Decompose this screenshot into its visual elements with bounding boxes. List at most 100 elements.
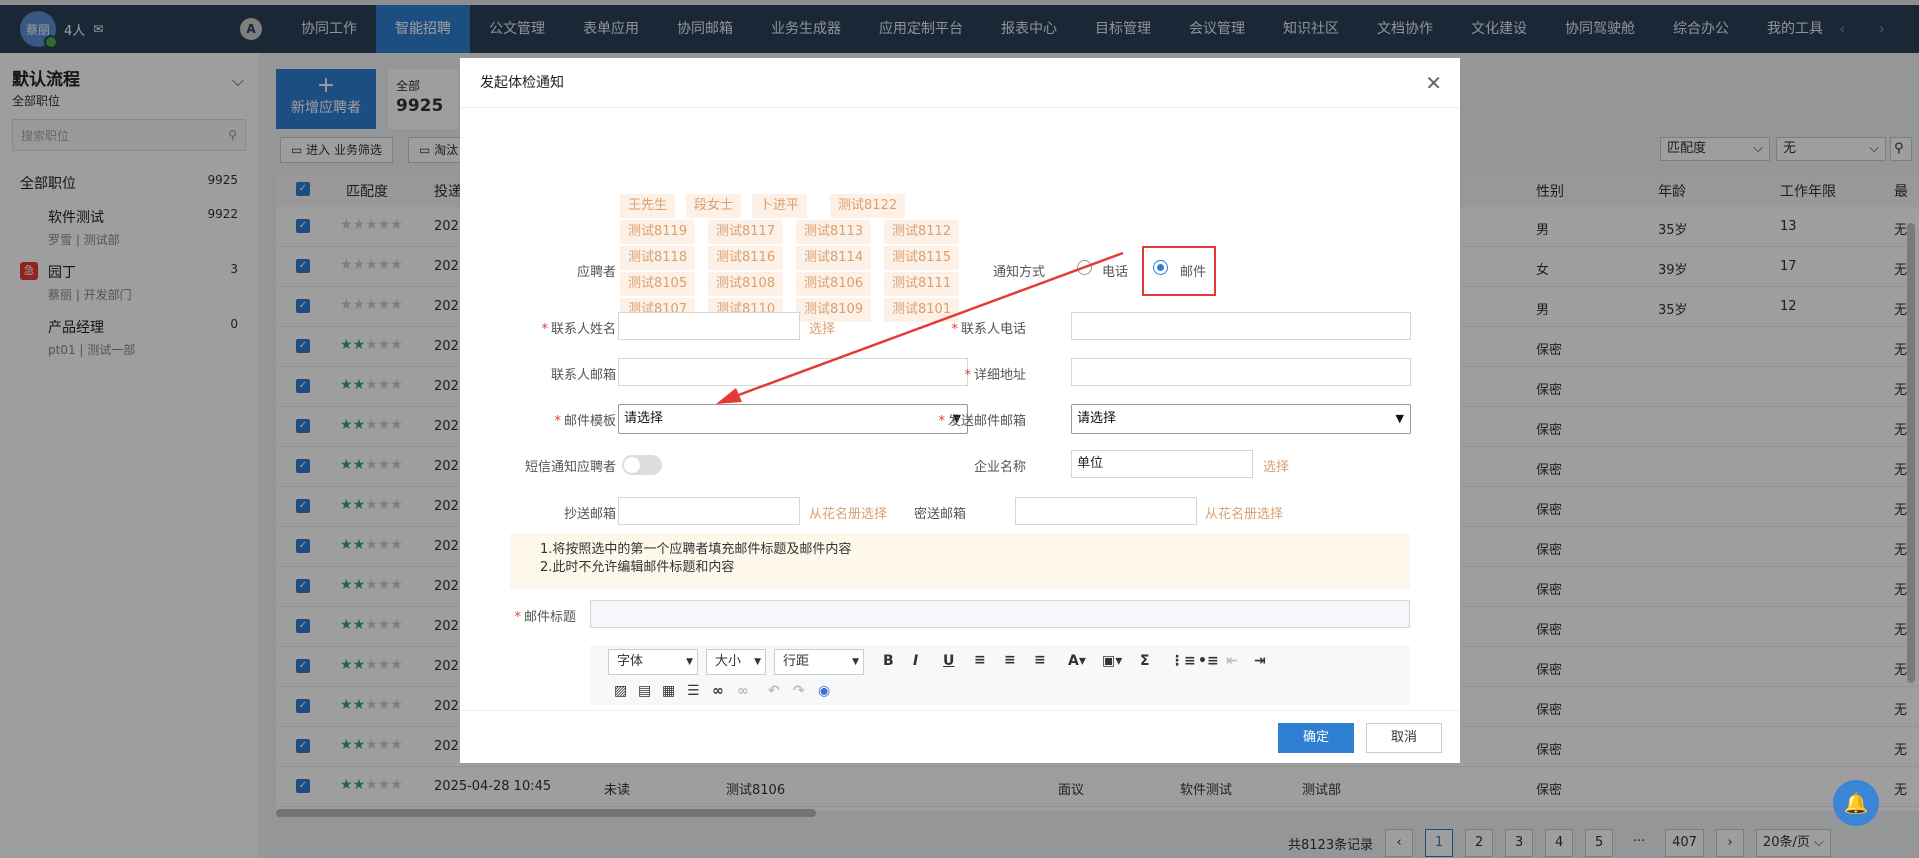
applicant-tag[interactable]: 王先生 (620, 194, 676, 218)
sms-notify-label: 短信通知应聘者 (524, 460, 616, 475)
dialog-body: 应聘者 王先生 段女士 卜进平 测试8122 测试8119 测试8117 测试8113 测试8… (460, 108, 1460, 708)
notice-line-1: 1.将按照选中的第一个应聘者填充邮件标题及邮件内容 (540, 542, 852, 557)
applicant-tag[interactable]: 测试8105 (620, 272, 696, 296)
applicant-tag[interactable]: 卜进平 (752, 194, 808, 218)
divider-icon[interactable]: ☰ (687, 683, 700, 699)
bold-icon[interactable]: B (883, 653, 894, 669)
mail-template-label-text: 邮件模板 (563, 414, 616, 429)
notify-email-radio[interactable] (1153, 260, 1168, 275)
sms-notify-toggle[interactable] (622, 455, 662, 475)
applicant-tag[interactable]: 测试8119 (620, 220, 696, 244)
font-select[interactable]: 字体 ▼ (608, 649, 698, 675)
subject-input[interactable] (590, 600, 1410, 628)
dialog-header: 发起体检通知 ✕ (460, 58, 1460, 108)
ordered-list-icon[interactable]: ⋮≡ (1170, 653, 1196, 669)
dialog-title: 发起体检通知 (480, 75, 564, 91)
undo-icon[interactable]: ↶ (768, 683, 780, 699)
address-label: * 详细地址 (880, 364, 1026, 383)
caret-down-icon: ▼ (686, 657, 693, 667)
bcc-email-label: 密送邮箱 (913, 507, 966, 522)
outdent-icon[interactable]: ⇤ (1226, 653, 1238, 669)
applicant-tag[interactable]: 测试8113 (796, 220, 872, 244)
applicant-tag[interactable]: 测试8117 (708, 220, 784, 244)
contact-select-link[interactable]: 选择 (809, 318, 835, 337)
link-icon[interactable]: ∞ (712, 683, 724, 699)
indent-icon[interactable]: ⇥ (1254, 653, 1266, 669)
address-label-text: 详细地址 (973, 368, 1026, 383)
company-select-link[interactable]: 选择 (1263, 456, 1289, 475)
notify-phone-label[interactable]: 电话 (1102, 261, 1128, 280)
unordered-list-icon[interactable]: •≡ (1198, 653, 1219, 669)
applicant-tag[interactable]: 测试8106 (796, 272, 872, 296)
line-height-select[interactable]: 行距 ▼ (774, 649, 864, 675)
cc-email-input[interactable] (618, 497, 800, 525)
contact-name-label: * 联系人姓名 (470, 318, 616, 337)
applicant-tag[interactable]: 测试8122 (830, 194, 906, 218)
image-icon[interactable]: ▨ (614, 683, 627, 699)
sender-email-select[interactable]: 请选择 ▼ (1071, 404, 1411, 434)
notification-bell-icon[interactable]: 🔔 (1833, 780, 1879, 826)
required-mark: * (514, 610, 521, 625)
contact-phone-label: * 联系人电话 (880, 318, 1026, 337)
physical-exam-notice-dialog: 发起体检通知 ✕ 应聘者 王先生 段女士 卜进平 测试8122 测试8119 测试8117… (460, 58, 1460, 763)
applicant-tag[interactable]: 测试8115 (884, 246, 960, 270)
company-name-label: 企业名称 (973, 460, 1026, 475)
unlink-icon[interactable]: ∞ (737, 683, 749, 699)
applicant-tag[interactable]: 段女士 (686, 194, 742, 218)
size-select-value: 大小 (715, 654, 742, 669)
applicant-tag[interactable]: 测试8112 (884, 220, 960, 244)
cancel-button[interactable]: 取消 (1366, 723, 1442, 753)
underline-icon[interactable]: U (943, 653, 954, 669)
cc-email-label: 抄送邮箱 (563, 507, 616, 522)
close-icon[interactable]: ✕ (1425, 58, 1442, 108)
chevron-down-icon: ▼ (1395, 412, 1404, 425)
company-name-input[interactable]: 单位 (1071, 450, 1253, 478)
confirm-button[interactable]: 确定 (1278, 723, 1354, 753)
font-color-icon[interactable]: A▾ (1068, 653, 1086, 669)
sender-email-label: * 发送邮件邮箱 (880, 410, 1026, 429)
emoji-icon[interactable]: ◉ (818, 683, 830, 699)
notice-box: 1.将按照选中的第一个应聘者填充邮件标题及邮件内容 2.此时不允许编辑邮件标题和… (510, 533, 1410, 589)
notify-method-label: 通知方式 (992, 265, 1045, 280)
contact-name-label-text: 联系人姓名 (550, 322, 616, 337)
subject-label: * 邮件标题 (470, 606, 576, 625)
align-right-icon[interactable]: ≡ (1034, 652, 1046, 668)
caret-down-icon: ▼ (852, 657, 859, 667)
applicant-tag[interactable]: 测试8114 (796, 246, 872, 270)
caret-down-icon: ▼ (754, 657, 761, 667)
background-color-icon[interactable]: ▣▾ (1102, 653, 1122, 669)
required-mark: * (938, 414, 945, 429)
line-height-select-value: 行距 (783, 654, 810, 669)
dialog-footer: 确定 取消 (460, 710, 1460, 763)
notify-email-label[interactable]: 邮件 (1180, 261, 1206, 280)
applicant-tag[interactable]: 测试8111 (884, 272, 960, 296)
contact-name-input[interactable] (618, 312, 800, 340)
rich-text-toolbar: 字体 ▼ 大小 ▼ 行距 ▼ B I U ≡ ≡ ≡ A▾ ▣▾ Σ ⋮≡ •≡ ⇤ … (590, 645, 1410, 705)
sender-email-label-text: 发送邮件邮箱 (947, 414, 1026, 429)
align-left-icon[interactable]: ≡ (974, 652, 986, 668)
italic-icon[interactable]: I (913, 653, 918, 669)
mail-template-label: * 邮件模板 (470, 410, 616, 429)
align-center-icon[interactable]: ≡ (1004, 652, 1016, 668)
bcc-email-input[interactable] (1015, 497, 1197, 525)
subject-label-text: 邮件标题 (523, 610, 576, 625)
required-mark: * (554, 414, 561, 429)
address-input[interactable] (1071, 358, 1411, 386)
applicant-tag[interactable]: 测试8108 (708, 272, 784, 296)
table-icon[interactable]: ▦ (662, 683, 675, 699)
formula-icon[interactable]: Σ (1140, 653, 1150, 669)
notify-phone-radio[interactable] (1077, 260, 1092, 275)
contact-phone-input[interactable] (1071, 312, 1411, 340)
mail-template-value: 请选择 (624, 411, 664, 426)
applicant-tag[interactable]: 测试8116 (708, 246, 784, 270)
redo-icon[interactable]: ↷ (793, 683, 805, 699)
contact-email-label: 联系人邮箱 (550, 368, 616, 383)
applicant-label: 应聘者 (576, 265, 616, 280)
bcc-roster-link[interactable]: 从花名册选择 (1205, 503, 1283, 522)
sender-email-value: 请选择 (1077, 411, 1117, 426)
size-select[interactable]: 大小 ▼ (706, 649, 766, 675)
file-icon[interactable]: ▤ (638, 683, 651, 699)
required-mark: * (951, 322, 958, 337)
applicant-tag[interactable]: 测试8118 (620, 246, 696, 270)
font-select-value: 字体 (617, 654, 644, 669)
